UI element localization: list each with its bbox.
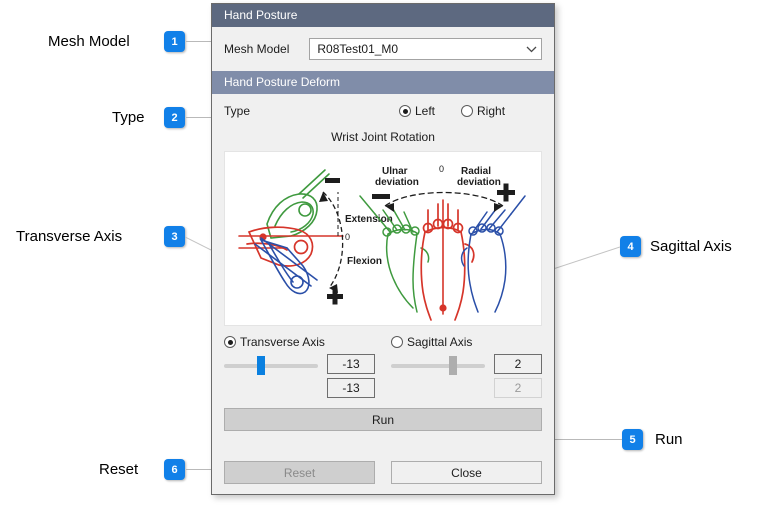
radio-transverse-axis-label: Transverse Axis	[240, 335, 325, 349]
radio-sagittal-axis[interactable]: Sagittal Axis	[391, 335, 472, 349]
sagittal-axis-value-readout: 2	[494, 378, 542, 398]
wrist-rotation-diagram: 0 Extension Flexion 0 Ulnar deviation Ra…	[238, 164, 526, 321]
mesh-model-row: Mesh Model R08Test01_M0	[212, 27, 554, 71]
leader-line-2	[186, 117, 212, 118]
callout-badge-1: 1	[164, 31, 185, 52]
transverse-axis-value-input[interactable]: -13	[327, 354, 375, 374]
slider-track	[224, 356, 318, 375]
callout-badge-2: 2	[164, 107, 185, 128]
ulnar-label-line1: Ulnar	[382, 166, 408, 177]
type-row: Type Left Right	[212, 94, 554, 128]
radio-transverse-axis[interactable]: Transverse Axis	[224, 335, 325, 349]
type-label: Type	[224, 104, 251, 118]
callout-badge-5: 5	[622, 429, 643, 450]
flexion-label: Flexion	[347, 256, 382, 267]
mesh-model-value: R08Test01_M0	[317, 42, 399, 56]
callout-badge-4: 4	[620, 236, 641, 257]
sagittal-axis-value-input[interactable]: 2	[494, 354, 542, 374]
leader-line-1	[186, 41, 212, 42]
radio-type-left-label: Left	[415, 104, 436, 118]
leader-line-6	[186, 469, 214, 470]
slider-thumb[interactable]	[449, 356, 458, 375]
reset-button[interactable]: Reset	[224, 461, 375, 484]
transverse-axis-value-readout[interactable]: -13	[327, 378, 375, 398]
axis-controls: Transverse Axis -13 -13 Sagittal Axis 2 …	[212, 326, 554, 402]
radio-dot-icon	[224, 336, 236, 348]
radial-label-line1: Radial	[461, 166, 491, 177]
radio-type-right[interactable]: Right	[461, 104, 505, 118]
minus-sign-left	[325, 178, 340, 183]
callout-badge-6: 6	[164, 459, 185, 480]
wrist-joint-rotation-figure: 0 Extension Flexion 0 Ulnar deviation Ra…	[224, 151, 542, 326]
callout-label-6: Reset	[99, 461, 139, 478]
radio-type-left[interactable]: Left	[399, 104, 435, 118]
slider-track	[391, 356, 485, 375]
run-button[interactable]: Run	[224, 408, 542, 431]
callout-label-5: Run	[655, 431, 683, 448]
slider-thumb[interactable]	[256, 356, 265, 375]
figure-caption: Wrist Joint Rotation	[331, 130, 435, 144]
zero-label-right: 0	[439, 164, 444, 174]
close-button[interactable]: Close	[391, 461, 542, 484]
ulnar-label-line2: deviation	[375, 177, 419, 188]
zero-label-left: 0	[345, 232, 350, 242]
radio-type-right-label: Right	[477, 104, 506, 118]
callout-label-4: Sagittal Axis	[650, 238, 732, 255]
group-header-hand-posture: Hand Posture	[212, 4, 554, 27]
radio-sagittal-axis-label: Sagittal Axis	[407, 335, 473, 349]
radial-label-line2: deviation	[457, 177, 501, 188]
leader-line-5	[548, 439, 622, 440]
leader-line-4	[550, 246, 620, 271]
callout-label-2: Type	[112, 109, 145, 126]
callout-label-1: Mesh Model	[48, 33, 130, 50]
extension-label: Extension	[345, 214, 393, 225]
radio-dot-icon	[461, 105, 474, 117]
transverse-axis-group: Transverse Axis -13 -13	[224, 335, 375, 398]
hand-posture-dialog: Hand Posture Mesh Model R08Test01_M0 Han…	[211, 3, 555, 495]
group-header-hand-posture-deform: Hand Posture Deform	[212, 71, 554, 94]
radio-dot-icon	[399, 105, 411, 117]
sagittal-axis-slider[interactable]	[391, 354, 485, 398]
callout-label-3: Transverse Axis	[16, 228, 123, 245]
plus-sign-left	[327, 288, 343, 305]
mesh-model-select[interactable]: R08Test01_M0	[309, 38, 542, 60]
chevron-down-icon	[521, 46, 541, 53]
sagittal-axis-group: Sagittal Axis 2 2	[391, 335, 542, 398]
transverse-axis-slider[interactable]	[224, 354, 318, 398]
mesh-model-label: Mesh Model	[224, 42, 290, 56]
radio-dot-icon	[391, 336, 403, 348]
callout-badge-3: 3	[164, 226, 185, 247]
minus-sign-right	[372, 194, 390, 199]
